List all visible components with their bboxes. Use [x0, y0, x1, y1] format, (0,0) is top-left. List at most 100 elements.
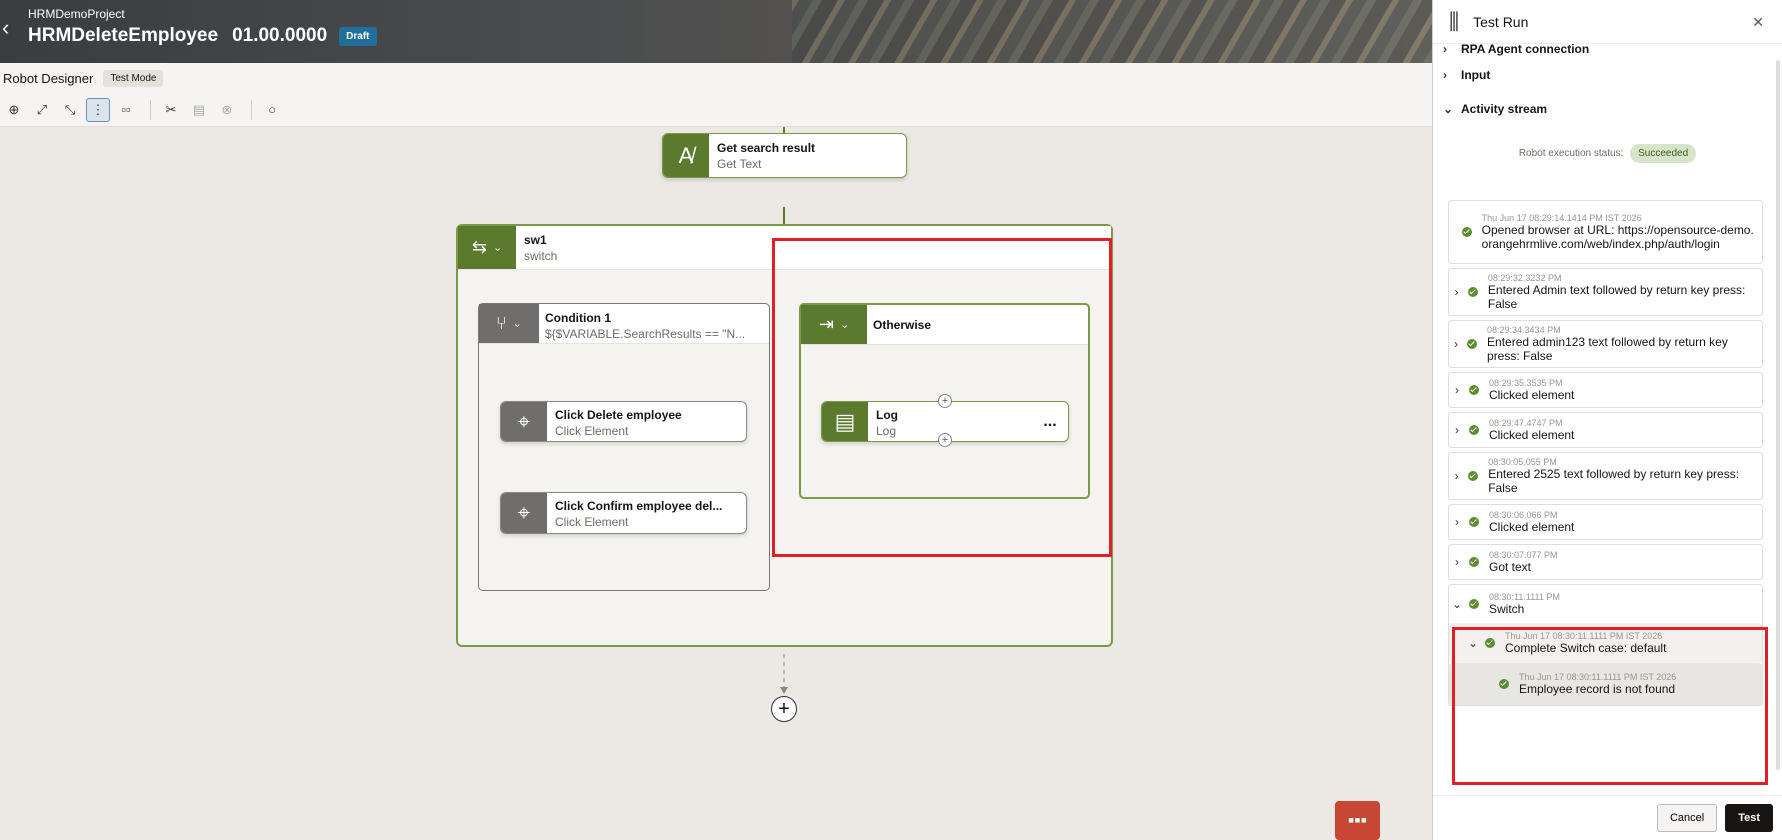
success-icon [1467, 287, 1478, 297]
chevron-right-icon[interactable]: › [1449, 423, 1465, 437]
node-subtitle: Click Element [555, 424, 629, 438]
test-button[interactable]: Test [1725, 804, 1773, 832]
add-step-button[interactable]: + [771, 696, 797, 722]
node-title: Get search result [717, 141, 816, 155]
node-subtitle: Get Text [717, 157, 762, 171]
panel-scrollbar[interactable] [1776, 60, 1780, 770]
robot-version: 01.00.0000 [232, 25, 328, 46]
stream-timestamp: 08:30:11.1111 PM [1489, 592, 1560, 602]
collapse-icon[interactable]: ⤡ [58, 98, 82, 122]
success-icon [1469, 425, 1479, 435]
section-label: Input [1461, 68, 1491, 82]
project-name: HRMDemoProject [28, 7, 125, 21]
stream-item[interactable]: › 08:30:05.055 PM Entered 2525 text foll… [1448, 452, 1763, 500]
stream-item[interactable]: › 08:29:35.3535 PM Clicked element [1448, 372, 1763, 408]
chevron-right-icon[interactable]: › [1449, 555, 1465, 569]
click-icon: ⌖ [501, 493, 547, 533]
stream-item[interactable]: › 08:30:07.077 PM Got text [1448, 544, 1763, 580]
success-icon [1467, 339, 1478, 349]
chat-icon[interactable]: ▪▪▪ [1335, 801, 1380, 840]
stream-item[interactable]: › 08:29:47.4747 PM Clicked element [1448, 412, 1763, 448]
stream-timestamp: 08:29:35.3535 PM [1489, 378, 1563, 388]
condition-title: Condition 1 [545, 311, 611, 325]
stream-timestamp: 08:30:07.077 PM [1489, 550, 1558, 560]
designer-bar: Robot Designer Test Mode [0, 63, 1432, 93]
cut-icon[interactable]: ✂ [159, 98, 183, 122]
status-badge: Draft [339, 26, 377, 46]
stream-item[interactable]: ⌄ 08:30:11.1111 PM Switch [1449, 585, 1762, 623]
panel-header: ⫼ Test Run [1433, 0, 1782, 44]
chevron-right-icon[interactable]: › [1449, 515, 1465, 529]
toolbar-divider [150, 99, 151, 120]
test-run-icon: ⫼ [1449, 8, 1460, 34]
circle-icon[interactable]: ○ [260, 98, 284, 122]
get-text-icon: A̸ [663, 134, 709, 177]
success-icon [1469, 517, 1479, 527]
expand-icon[interactable]: ⤢ [30, 98, 54, 122]
stream-item[interactable]: › 08:30:06.066 PM Clicked element [1448, 504, 1763, 540]
stream-timestamp: 08:29:34.3434 PM [1487, 325, 1561, 335]
stream-item[interactable]: › 08:29:34.3434 PM Entered admin123 text… [1448, 320, 1763, 368]
chevron-down-icon: ⌄ [1443, 102, 1454, 116]
delete-icon[interactable]: ⊗ [215, 98, 239, 122]
highlight-box [1452, 627, 1768, 785]
click-confirm-node[interactable]: ⌖ Click Confirm employee del... Click El… [500, 492, 747, 534]
stream-timestamp: 08:30:05.055 PM [1488, 457, 1557, 467]
branch-icon[interactable]: ⑂ ⌄ [479, 304, 539, 343]
designer-title: Robot Designer [3, 70, 94, 86]
toolbar-divider [251, 99, 252, 120]
chevron-right-icon[interactable]: › [1449, 337, 1463, 351]
success-icon [1469, 599, 1479, 609]
stream-message: Clicked element [1489, 388, 1575, 402]
stream-message: Opened browser at URL: https://opensourc… [1481, 223, 1754, 251]
condition-box[interactable]: ⑂ ⌄ Condition 1 ${$VARIABLE.SearchResults… [478, 303, 770, 591]
chevron-right-icon: › [1443, 42, 1447, 56]
flow-canvas[interactable]: A̸ Get search result Get Text ⇆ ⌄ sw1 swi… [0, 127, 1432, 840]
click-delete-node[interactable]: ⌖ Click Delete employee Click Element [500, 401, 747, 442]
node-subtitle: Click Element [555, 515, 629, 529]
stream-item[interactable]: Thu Jun 17 08:29:14.1414 PM IST 2026 Ope… [1448, 200, 1763, 264]
section-rpa-agent[interactable]: › RPA Agent connection [1433, 40, 1782, 58]
stream-timestamp: 08:30:06.066 PM [1489, 510, 1558, 520]
zoom-in-icon[interactable]: ⊕ [2, 98, 26, 122]
vertical-layout-icon[interactable]: ⋮ [86, 97, 110, 122]
panel-footer: Cancel Test [1433, 795, 1782, 840]
section-input[interactable]: › Input [1433, 58, 1782, 92]
stream-message: Switch [1489, 602, 1525, 616]
title-bar: HRMDeleteEmployee 01.00.0000 Draft [28, 25, 377, 47]
switch-title: sw1 [524, 233, 547, 247]
stream-timestamp: 08:29:47.4747 PM [1489, 418, 1563, 428]
condition-header: ⑂ ⌄ Condition 1 ${$VARIABLE.SearchResults… [479, 304, 769, 344]
stream-item[interactable]: › 08:29:32.3232 PM Entered Admin text fo… [1448, 268, 1763, 316]
success-icon [1469, 557, 1479, 567]
cancel-button[interactable]: Cancel [1656, 804, 1718, 832]
stream-timestamp: Thu Jun 17 08:29:14.1414 PM IST 2026 [1481, 213, 1642, 223]
get-search-result-node[interactable]: A̸ Get search result Get Text [662, 133, 907, 178]
stream-message: Entered Admin text followed by return ke… [1487, 283, 1746, 311]
robot-name: HRMDeleteEmployee [28, 25, 219, 46]
node-title: Click Confirm employee del... [555, 499, 723, 513]
condition-expression: ${$VARIABLE.SearchResults == "N... [545, 327, 746, 341]
section-activity-stream[interactable]: ⌄ Activity stream [1433, 92, 1782, 126]
status-label: Robot execution status: [1518, 148, 1624, 159]
back-icon[interactable]: ‹ [2, 17, 20, 39]
header-pattern [792, 0, 1432, 63]
close-icon[interactable]: ✕ [1752, 14, 1764, 31]
paste-icon[interactable]: ▤ [187, 98, 211, 122]
chevron-right-icon[interactable]: › [1449, 383, 1465, 397]
toolbar: ⊕ ⤢ ⤡ ⋮ ▫▫ ✂ ▤ ⊗ ○ [0, 93, 1432, 127]
status-pill: Succeeded [1630, 144, 1697, 163]
stream-timestamp: 08:29:32.3232 PM [1487, 273, 1562, 283]
chevron-right-icon[interactable]: › [1449, 285, 1464, 299]
panel-title: Test Run [1473, 13, 1529, 30]
stream-message: Clicked element [1489, 428, 1575, 442]
app-header: ‹ HRMDemoProject HRMDeleteEmployee 01.00… [0, 0, 1432, 63]
switch-icon[interactable]: ⇆ ⌄ [458, 226, 516, 269]
execution-status: Robot execution status: Succeeded [1433, 144, 1782, 163]
highlight-box [772, 238, 1112, 557]
test-run-panel: ⫼ Test Run ✕ › RPA Agent connection › In… [1432, 0, 1782, 840]
chevron-down-icon[interactable]: ⌄ [1449, 597, 1465, 611]
horizontal-layout-icon[interactable]: ▫▫ [114, 98, 138, 122]
chevron-right-icon[interactable]: › [1449, 469, 1464, 483]
switch-subtitle: switch [524, 249, 558, 263]
